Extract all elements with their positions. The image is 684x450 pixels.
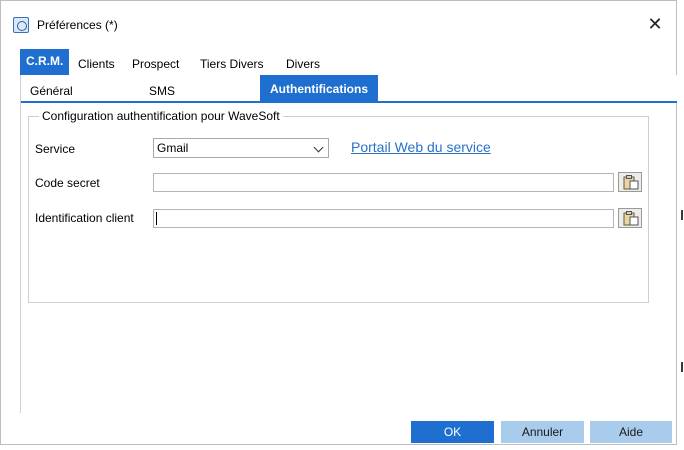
tab-prospect[interactable]: Prospect [132,53,179,75]
app-icon [13,17,29,33]
tab-authentifications[interactable]: Authentifications [260,75,378,103]
secret-label: Code secret [35,176,100,190]
tab-clients[interactable]: Clients [78,53,115,75]
help-button[interactable]: Aide [590,421,672,443]
paste-secret-button[interactable] [618,172,642,192]
tab-general[interactable]: Général [30,84,73,98]
preferences-dialog: Préférences (*) ✕ C.R.M. Clients Prospec… [0,0,677,445]
service-label: Service [35,142,76,156]
title-bar: Préférences (*) ✕ [1,1,676,41]
service-portal-link[interactable]: Portail Web du service [351,139,491,155]
client-id-input[interactable] [153,209,614,228]
secret-input[interactable] [153,173,614,192]
service-select[interactable]: Gmail [153,138,329,158]
group-legend: Configuration authentification pour Wave… [39,109,283,123]
crm-panel: Général SMS Authentifications Configurat… [20,75,677,413]
tab-divers[interactable]: Divers [286,53,320,75]
chevron-down-icon [313,142,324,153]
paste-client-id-button[interactable] [618,208,642,228]
sub-tab-bar: Général SMS Authentifications [21,75,677,103]
close-icon[interactable]: ✕ [641,13,669,37]
client-id-label: Identification client [35,211,134,225]
window-title: Préférences (*) [37,18,118,32]
window-edge-mark [681,210,683,220]
top-tab-bar: C.R.M. Clients Prospect Tiers Divers Div… [20,49,676,75]
window-edge-mark [681,362,683,372]
tab-crm[interactable]: C.R.M. [20,49,70,75]
ok-button[interactable]: OK [411,421,494,443]
service-value: Gmail [157,141,189,155]
tab-sms[interactable]: SMS [149,84,175,98]
clipboard-icon [623,175,639,190]
cancel-button[interactable]: Annuler [501,421,584,443]
clipboard-icon [623,211,639,226]
tab-tiers-divers[interactable]: Tiers Divers [200,53,264,75]
